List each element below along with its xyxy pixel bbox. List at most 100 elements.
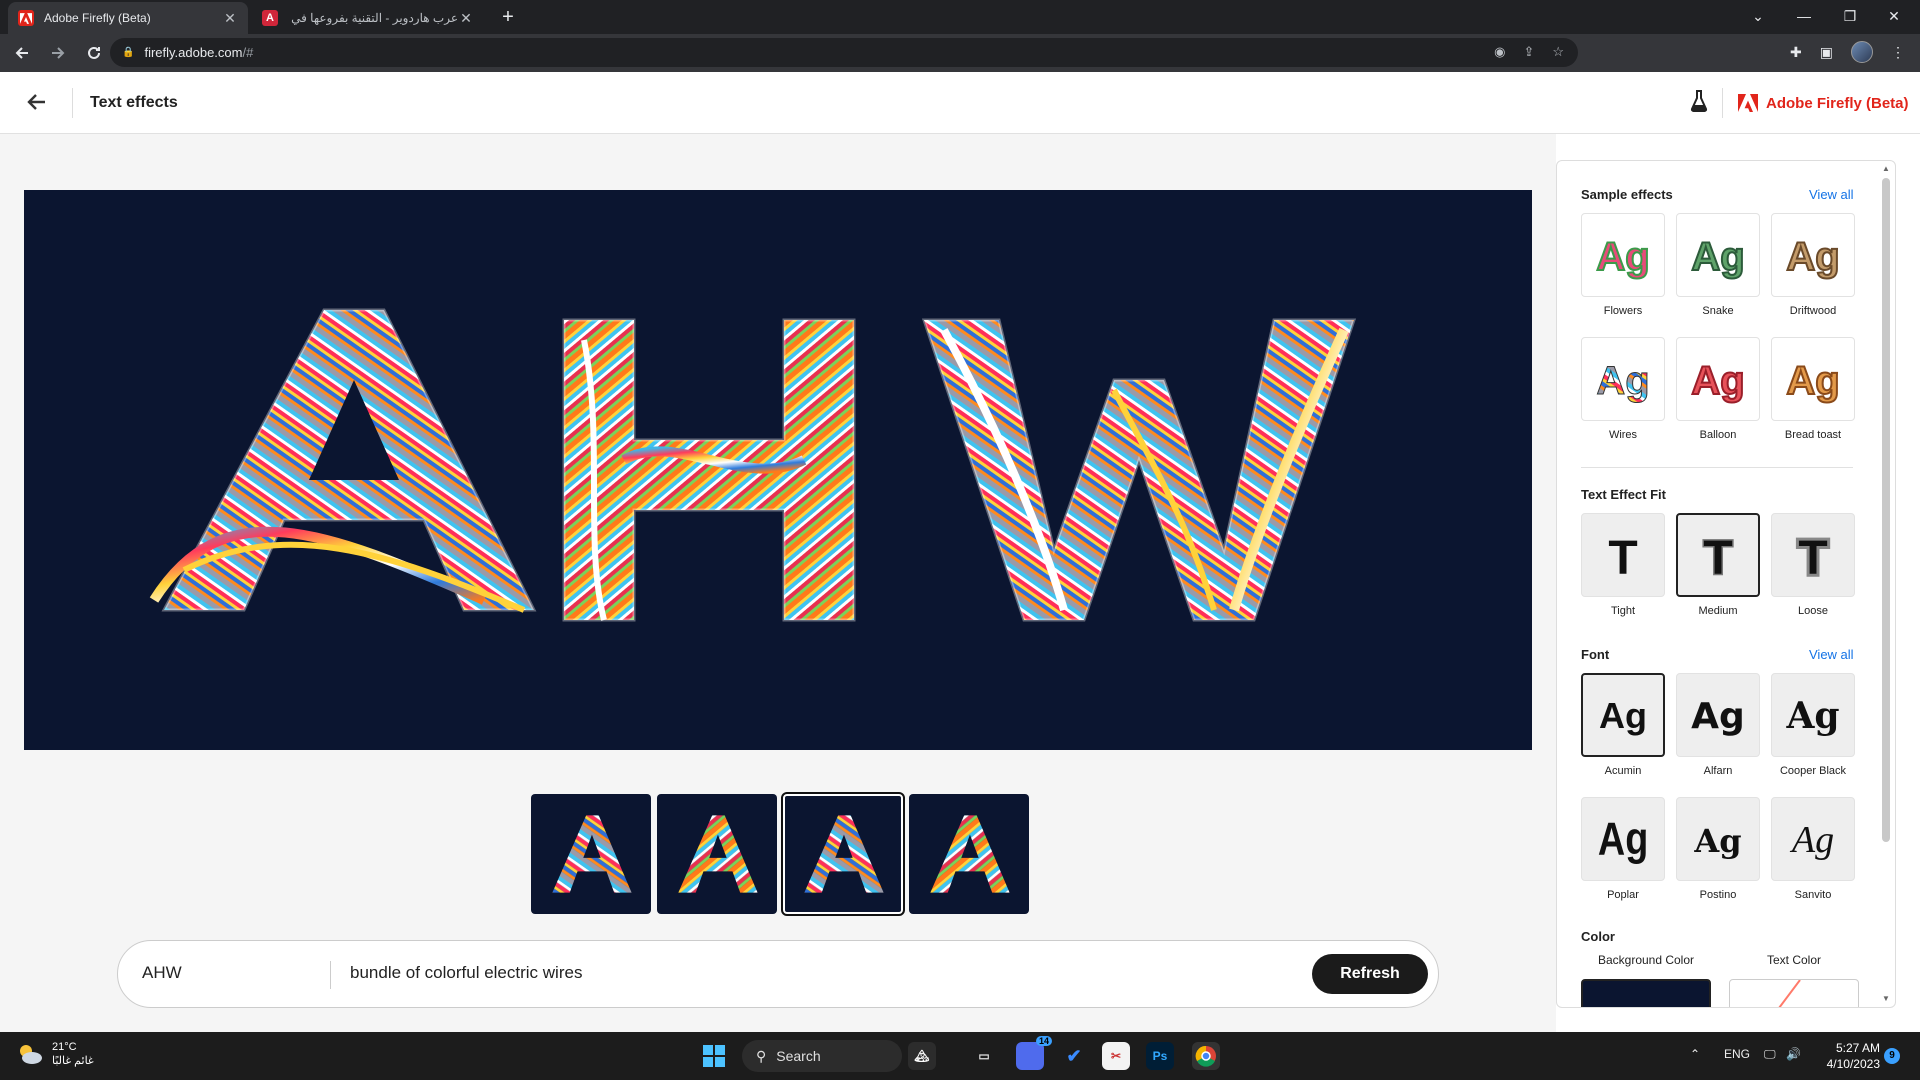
share-icon[interactable]: ⇪ [1523, 44, 1534, 60]
background-color-label: Background Color [1597, 953, 1695, 967]
tab-arabhardware[interactable]: A عرب هاردوير - التقنية بفروعها في ... ✕ [252, 2, 484, 34]
taskbar-search[interactable]: ⚲ Search [742, 1040, 902, 1072]
todo-check-icon[interactable]: ✔ [1060, 1042, 1088, 1070]
fit-tile-loose[interactable]: T [1771, 513, 1855, 597]
search-highlight-icon[interactable]: 🏔 [908, 1042, 936, 1070]
clock-date: 4/10/2023 [1826, 1057, 1880, 1071]
font-tile-postino[interactable]: Ag [1676, 797, 1760, 881]
fit-glyph: T [1608, 532, 1637, 580]
volume-icon[interactable]: 🔊 [1786, 1047, 1801, 1061]
sample-effects-title: Sample effects [1581, 187, 1673, 202]
close-window-button[interactable]: ✕ [1874, 4, 1914, 28]
background-color-swatch[interactable] [1581, 979, 1711, 1007]
prompt-divider [330, 961, 331, 989]
chrome-icon[interactable] [1192, 1042, 1220, 1070]
system-clock[interactable]: 5:27 AM 4/10/2023 [1810, 1040, 1880, 1072]
effect-tile-driftwood[interactable]: Ag [1771, 213, 1855, 297]
side-panel-icon[interactable]: ▣ [1820, 44, 1833, 61]
font-glyph: Ag [1598, 814, 1648, 864]
font-glyph: Ag [1785, 695, 1839, 737]
header-divider [1722, 88, 1723, 118]
effect-label: Balloon [1699, 429, 1737, 441]
photoshop-icon[interactable]: Ps [1146, 1042, 1174, 1070]
variation-thumbnail-4[interactable] [909, 794, 1029, 914]
font-tile-cooper-black[interactable]: Ag [1771, 673, 1855, 757]
effect-tile-bread-toast[interactable]: Ag [1771, 337, 1855, 421]
back-icon[interactable] [8, 39, 36, 67]
chat-icon[interactable]: 14 [1016, 1036, 1052, 1070]
color-title: Color [1581, 929, 1615, 944]
font-tile-sanvito[interactable]: Ag [1771, 797, 1855, 881]
network-icon[interactable]: 🖵 [1764, 1047, 1776, 1062]
effects-panel: Sample effects View all Ag Flowers Ag Sn… [1556, 160, 1896, 1008]
language-indicator[interactable]: ENG [1724, 1047, 1750, 1061]
task-view-icon[interactable]: ▭ [970, 1042, 998, 1070]
weather-widget[interactable]: 21°C غائم غالبًا [16, 1040, 94, 1068]
scroll-up-arrow-icon[interactable]: ▲ [1882, 164, 1890, 173]
brand-link[interactable]: Adobe Firefly (Beta) [1738, 94, 1909, 112]
wire-text-artwork [149, 308, 1357, 622]
labs-beaker-icon[interactable] [1690, 90, 1708, 118]
font-label: Cooper Black [1779, 765, 1847, 777]
arabhardware-favicon-icon: A [262, 10, 278, 26]
bookmark-star-icon[interactable]: ☆ [1552, 44, 1564, 60]
effect-tile-wires[interactable]: Ag [1581, 337, 1665, 421]
tab-close-icon[interactable]: ✕ [458, 10, 474, 27]
fit-tile-medium-selected[interactable]: T [1676, 513, 1760, 597]
variation-thumbnail-1[interactable] [531, 794, 651, 914]
sample-effects-view-all-link[interactable]: View all [1809, 187, 1854, 202]
tab-title: Adobe Firefly (Beta) [44, 11, 151, 25]
maximize-button[interactable]: ❐ [1830, 4, 1870, 28]
variation-thumbnail-3-selected[interactable] [781, 792, 905, 916]
adobe-logo-icon [1738, 94, 1758, 112]
font-view-all-link[interactable]: View all [1809, 647, 1854, 662]
notification-badge[interactable]: 9 [1884, 1048, 1900, 1064]
panel-scrollbar-thumb[interactable] [1882, 178, 1890, 842]
url-path: /# [242, 45, 254, 60]
new-tab-button[interactable]: + [496, 6, 520, 30]
show-hidden-icons-chevron-icon[interactable]: ⌃ [1690, 1047, 1700, 1061]
effect-label: Flowers [1603, 305, 1643, 317]
menu-kebab-icon[interactable]: ⋮ [1891, 44, 1905, 61]
extensions-icon[interactable]: ✚ [1790, 44, 1802, 61]
prompt-input[interactable]: bundle of colorful electric wires [350, 963, 582, 983]
text-color-swatch[interactable] [1729, 979, 1859, 1007]
page-title: Text effects [90, 94, 178, 111]
back-arrow-icon[interactable] [26, 91, 48, 119]
chat-badge: 14 [1035, 1036, 1052, 1046]
variation-thumbnails [531, 792, 1029, 916]
text-input[interactable]: AHW [142, 963, 182, 983]
refresh-button[interactable]: Refresh [1312, 954, 1428, 994]
font-tile-poplar[interactable]: Ag [1581, 797, 1665, 881]
minimize-button[interactable]: — [1784, 4, 1824, 28]
section-divider [1581, 467, 1853, 468]
tab-search-icon[interactable]: ⌄ [1738, 4, 1778, 28]
windows-start-icon[interactable] [703, 1045, 725, 1067]
camera-blocked-icon[interactable]: ◉ [1494, 44, 1505, 60]
profile-avatar[interactable] [1850, 41, 1873, 63]
url-host: firefly.adobe.com [144, 45, 243, 60]
tab-close-icon[interactable]: ✕ [222, 10, 238, 27]
weather-description: غائم غالبًا [52, 1055, 94, 1067]
fit-tile-tight[interactable]: T [1581, 513, 1665, 597]
effect-tile-snake[interactable]: Ag [1676, 213, 1760, 297]
brand-name: Adobe Firefly (Beta) [1766, 94, 1909, 112]
reload-icon[interactable] [80, 39, 108, 67]
effect-tile-flowers[interactable]: Ag [1581, 213, 1665, 297]
effect-label: Bread toast [1784, 429, 1842, 441]
effect-glyph: Ag [1596, 359, 1649, 403]
font-tile-alfarn[interactable]: Ag [1676, 673, 1760, 757]
effect-glyph: Ag [1596, 235, 1649, 279]
partly-cloudy-icon [20, 1045, 42, 1064]
font-tile-acumin-selected[interactable]: Ag [1581, 673, 1665, 757]
tab-adobe-firefly[interactable]: Adobe Firefly (Beta) ✕ [8, 2, 248, 34]
browser-tab-strip: Adobe Firefly (Beta) ✕ A عرب هاردوير - ا… [0, 0, 1920, 34]
variation-thumbnail-2[interactable] [657, 794, 777, 914]
scroll-down-arrow-icon[interactable]: ▼ [1882, 994, 1890, 1003]
font-glyph: Ag [1599, 695, 1647, 736]
snipping-tool-icon[interactable]: ✂ [1102, 1042, 1130, 1070]
effect-tile-balloon[interactable]: Ag [1676, 337, 1760, 421]
forward-icon[interactable] [44, 39, 72, 67]
fit-label: Medium [1698, 605, 1738, 617]
address-bar[interactable]: 🔒 firefly.adobe.com/# ◉ ⇪ ☆ [110, 38, 1578, 67]
